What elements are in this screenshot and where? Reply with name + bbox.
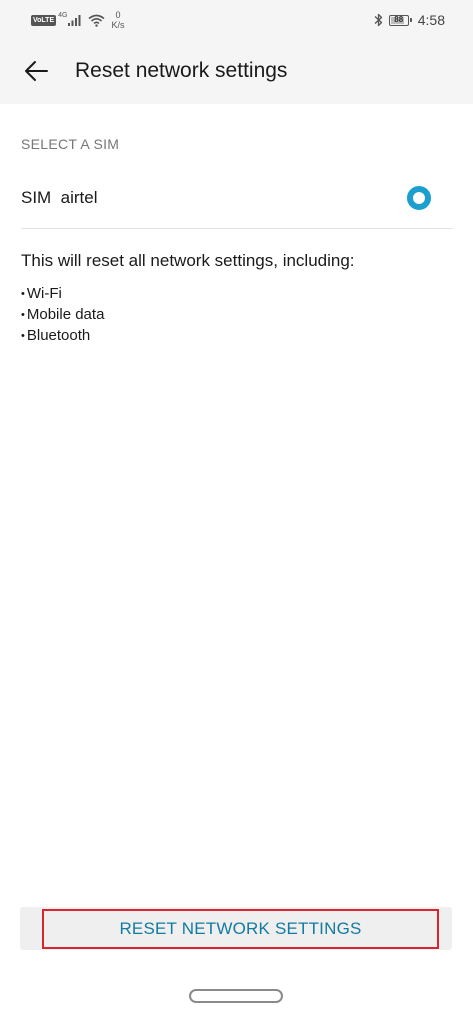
divider [21,228,453,229]
list-item-bluetooth: Bluetooth [21,326,104,347]
volte-badge: VoLTE [31,14,57,26]
sim-radio-button[interactable] [407,186,431,210]
sim-option-airtel[interactable]: SIM airtel [0,172,473,224]
arrow-left-icon [25,61,48,81]
clock: 4:58 [417,12,445,28]
wifi-icon [88,14,105,27]
status-bar: VoLTE 4G 0 K/s 88 4:58 [0,0,473,38]
data-speed-unit: K/s [111,20,125,30]
section-header-select-sim: SELECT A SIM [21,136,120,152]
back-button[interactable] [16,55,56,87]
status-bar-right: 88 4:58 [374,9,445,31]
page-title: Reset network settings [75,59,288,82]
reset-network-settings-button[interactable]: RESET NETWORK SETTINGS [42,909,439,949]
data-speed-value: 0 [115,10,121,20]
data-speed: 0 K/s [111,10,124,30]
battery-percent: 88 [394,14,404,24]
battery-icon: 88 [388,14,412,26]
status-bar-left: VoLTE 4G 0 K/s [31,9,125,31]
signal-icon [68,15,81,26]
home-gesture-bar[interactable] [189,989,283,1003]
reset-description: This will reset all network settings, in… [21,251,355,270]
bluetooth-icon [374,13,382,27]
list-item-mobile-data: Mobile data [21,305,105,326]
sim-label: SIM airtel [21,188,98,207]
app-bar: Reset network settings [0,38,473,104]
network-type: 4G [58,11,68,19]
reset-items-list: Wi-Fi Mobile data Bluetooth [21,284,105,347]
list-item-wifi: Wi-Fi [21,284,104,305]
